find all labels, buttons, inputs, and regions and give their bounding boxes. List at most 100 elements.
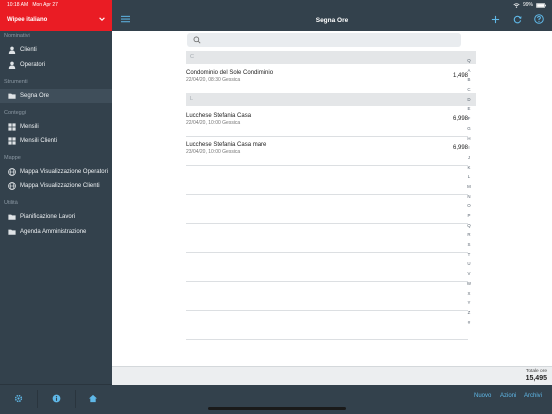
row-subtitle: 22/04/20, 08:30 Gessica: [186, 77, 241, 83]
search-icon: [193, 36, 201, 44]
index-letter[interactable]: T: [465, 250, 473, 260]
new-button[interactable]: Nuovo: [474, 393, 491, 399]
main-content: C Condominio del Sole Condiminio 22/04/2…: [112, 31, 552, 366]
index-letter[interactable]: U: [465, 259, 473, 269]
row-title: Lucchese Stefania Casa: [186, 113, 252, 119]
archives-button[interactable]: Archivi: [524, 393, 542, 399]
info-icon[interactable]: [51, 393, 61, 403]
plus-icon[interactable]: [490, 14, 500, 24]
section-nominativi: Nominativi: [4, 33, 30, 39]
index-letter[interactable]: K: [465, 163, 473, 173]
sidebar-item-mappa-operatori[interactable]: Mappa Visualizzazione Operatori: [0, 165, 112, 179]
index-letter[interactable]: M: [465, 182, 473, 192]
toolbar-divider: [75, 390, 76, 408]
alphabet-index[interactable]: Q A B C D E F G H I J K L M N O P Q R S …: [465, 56, 473, 327]
row-separator: [186, 252, 468, 253]
refresh-icon[interactable]: [512, 14, 522, 24]
index-letter[interactable]: B: [465, 75, 473, 85]
wifi-icon: [513, 2, 520, 8]
sidebar-item-mensili[interactable]: Mensili: [0, 120, 112, 134]
index-letter[interactable]: Z: [465, 308, 473, 318]
total-hours-label: Totale ore: [525, 369, 547, 374]
globe-icon: [8, 168, 16, 176]
index-letter[interactable]: O: [465, 201, 473, 211]
row-separator: [186, 339, 468, 340]
row-separator: [186, 223, 468, 224]
row-separator: [186, 194, 468, 195]
row-separator: [186, 281, 468, 282]
index-letter[interactable]: Q: [465, 221, 473, 231]
row-title: Lucchese Stefania Casa mare: [186, 142, 267, 148]
row-separator: [186, 165, 468, 166]
index-letter[interactable]: F: [465, 114, 473, 124]
index-letter[interactable]: P: [465, 211, 473, 221]
sidebar-item-mappa-clienti[interactable]: Mappa Visualizzazione Clienti: [0, 179, 112, 193]
actions-button[interactable]: Azioni: [500, 393, 516, 399]
top-navigation-bar: 99% Segna Ore: [112, 0, 552, 31]
row-title: Condominio del Sole Condiminio: [186, 70, 274, 76]
table-row[interactable]: Lucchese Stefania Casa 22/04/20, 10:00 G…: [186, 108, 468, 136]
search-index-letter[interactable]: Q: [465, 56, 473, 66]
toolbar-divider: [37, 390, 38, 408]
row-subtitle: 22/04/20, 10:00 Gessica: [186, 120, 241, 126]
sidebar: 10:18 AM Mon Apr 27 Wipee italiano Nomin…: [0, 0, 112, 414]
sidebar-toolbar: [0, 384, 112, 414]
sidebar-item-clienti[interactable]: Clienti: [0, 43, 112, 57]
chevron-down-icon[interactable]: [98, 15, 106, 23]
person-icon: [8, 61, 16, 69]
sidebar-item-pianificazione[interactable]: Pianificazione Lavori: [0, 210, 112, 224]
battery-icon: [536, 2, 546, 8]
section-header-c: C: [186, 51, 476, 64]
gear-icon[interactable]: [13, 393, 23, 403]
sidebar-item-operatori[interactable]: Operatori: [0, 58, 112, 72]
help-icon[interactable]: [534, 14, 544, 24]
section-header-l: L: [186, 93, 476, 106]
company-name: Wipee italiano: [7, 17, 48, 23]
index-letter[interactable]: C: [465, 85, 473, 95]
index-letter[interactable]: J: [465, 153, 473, 163]
folder-icon: [8, 228, 16, 236]
table-row[interactable]: Lucchese Stefania Casa mare 23/04/20, 10…: [186, 137, 468, 165]
index-letter[interactable]: I: [465, 143, 473, 153]
search-input[interactable]: [203, 35, 453, 45]
folder-icon: [8, 213, 16, 221]
section-strumenti: Strumenti: [4, 79, 28, 85]
index-letter[interactable]: #: [465, 318, 473, 328]
index-letter[interactable]: Y: [465, 298, 473, 308]
index-letter[interactable]: V: [465, 269, 473, 279]
search-bar[interactable]: [187, 33, 461, 47]
section-mappe: Mappe: [4, 155, 21, 161]
grid-icon: [8, 137, 16, 145]
index-letter[interactable]: R: [465, 230, 473, 240]
totals-bar: Totale ore 15,495: [112, 366, 552, 385]
status-time: 10:18 AM Mon Apr 27: [7, 2, 58, 8]
sidebar-item-mensili-clienti[interactable]: Mensili Clienti: [0, 134, 112, 148]
section-conteggi: Conteggi: [4, 110, 27, 116]
home-indicator: [208, 407, 346, 410]
index-letter[interactable]: L: [465, 172, 473, 182]
index-letter[interactable]: H: [465, 134, 473, 144]
index-letter[interactable]: A: [465, 66, 473, 76]
grid-icon: [8, 123, 16, 131]
index-letter[interactable]: S: [465, 240, 473, 250]
total-hours-value: 15,495: [525, 375, 547, 382]
records-list: C Condominio del Sole Condiminio 22/04/2…: [186, 51, 476, 341]
row-separator: [186, 310, 468, 311]
index-letter[interactable]: N: [465, 192, 473, 202]
index-letter[interactable]: G: [465, 124, 473, 134]
home-icon[interactable]: [88, 393, 98, 403]
status-indicators: 99%: [513, 2, 546, 8]
company-header[interactable]: 10:18 AM Mon Apr 27 Wipee italiano: [0, 0, 112, 31]
index-letter[interactable]: E: [465, 104, 473, 114]
row-subtitle: 23/04/20, 10:00 Gessica: [186, 149, 241, 155]
person-icon: [8, 46, 16, 54]
index-letter[interactable]: D: [465, 95, 473, 105]
sidebar-item-agenda[interactable]: Agenda Amministrazione: [0, 225, 112, 239]
globe-icon: [8, 182, 16, 190]
index-letter[interactable]: W: [465, 279, 473, 289]
sidebar-item-segna-ore[interactable]: Segna Ore: [0, 89, 112, 103]
page-title: Segna Ore: [315, 17, 349, 24]
battery-level: 99%: [522, 2, 533, 8]
index-letter[interactable]: X: [465, 289, 473, 299]
table-row[interactable]: Condominio del Sole Condiminio 22/04/20,…: [186, 65, 468, 93]
